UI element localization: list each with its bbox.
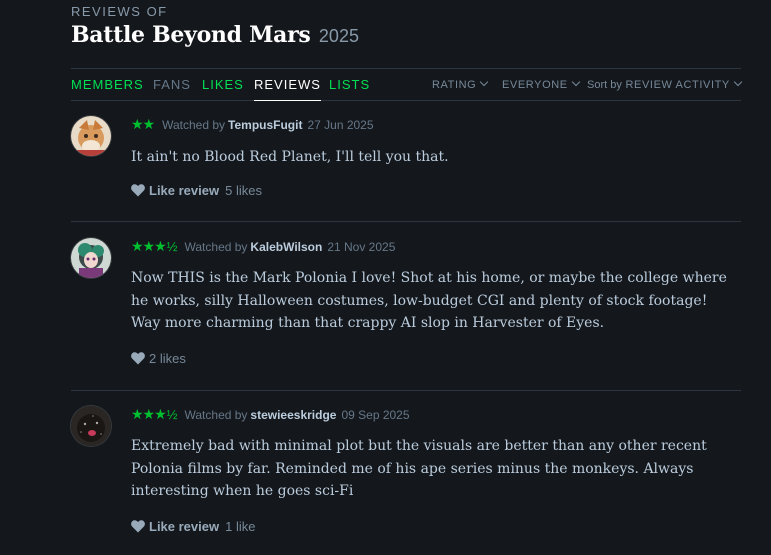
- avatar[interactable]: [71, 238, 111, 278]
- heart-icon[interactable]: [131, 520, 145, 533]
- rating-filter-label: RATING: [432, 79, 477, 91]
- star-rating-half: ½: [166, 239, 178, 254]
- review-date[interactable]: 21 Nov 2025: [327, 240, 395, 254]
- likes-row: Like review 1 like: [131, 519, 255, 534]
- review-item: ★★★½ Watched by stewieeskridge 09 Sep 2025 …: [71, 406, 741, 555]
- likes-row: 2 likes: [131, 351, 186, 366]
- username-link[interactable]: TempusFugit: [228, 118, 302, 132]
- sort-value: REVIEW ACTIVITY: [625, 79, 730, 91]
- likes-count[interactable]: 1 like: [225, 519, 255, 534]
- likes-count[interactable]: 2 likes: [149, 351, 186, 366]
- review-text: It ain't no Blood Red Planet, I'll tell …: [131, 149, 449, 165]
- rating-filter[interactable]: RATING: [432, 77, 489, 91]
- likes-row: Like review 5 likes: [131, 183, 262, 198]
- chevron-down-icon: [571, 77, 580, 87]
- film-title-link[interactable]: Battle Beyond Mars: [71, 22, 311, 48]
- tab-members[interactable]: MEMBERS: [71, 77, 144, 92]
- heart-icon[interactable]: [131, 184, 145, 197]
- watched-by-label: Watched by: [184, 408, 248, 422]
- star-rating-full: ★★★: [131, 406, 167, 422]
- username-link[interactable]: KalebWilson: [250, 240, 322, 254]
- username-link[interactable]: stewieeskridge: [250, 408, 336, 422]
- star-rating: ★★★½: [131, 238, 177, 254]
- like-review-link[interactable]: Like review: [149, 183, 219, 198]
- sort-prefix: Sort by: [587, 79, 622, 91]
- review-meta: ★★★½ Watched by KalebWilson 21 Nov 2025: [131, 238, 395, 255]
- film-year-link[interactable]: 2025: [319, 26, 359, 46]
- everyone-filter[interactable]: EVERYONE: [502, 77, 580, 91]
- star-rating: ★★: [131, 116, 155, 132]
- tab-likes[interactable]: LIKES: [202, 77, 244, 92]
- star-rating-full: ★★★: [131, 238, 167, 254]
- chevron-down-icon: [480, 77, 489, 87]
- page-kicker: REVIEWS OF: [71, 4, 168, 19]
- avatar[interactable]: [71, 116, 111, 156]
- watched-by-label: Watched by: [184, 240, 248, 254]
- tabs-bar: MEMBERS FANS LIKES REVIEWS LISTS RATING …: [71, 68, 743, 101]
- heart-icon[interactable]: [131, 352, 145, 365]
- star-rating: ★★★½: [131, 406, 177, 422]
- avatar[interactable]: [71, 406, 111, 446]
- sort-filter[interactable]: Sort by REVIEW ACTIVITY: [587, 77, 743, 91]
- tab-lists[interactable]: LISTS: [329, 77, 370, 92]
- review-text: Extremely bad with minimal plot but the …: [131, 438, 707, 500]
- like-review-link[interactable]: Like review: [149, 519, 219, 534]
- review-date[interactable]: 09 Sep 2025: [341, 408, 409, 422]
- watched-by-label: Watched by: [162, 118, 226, 132]
- review-date[interactable]: 27 Jun 2025: [307, 118, 373, 132]
- tab-reviews[interactable]: REVIEWS: [254, 77, 321, 101]
- review-meta: ★★★½ Watched by stewieeskridge 09 Sep 2025: [131, 406, 410, 423]
- film-title-row: Battle Beyond Mars 2025: [71, 22, 359, 48]
- everyone-filter-label: EVERYONE: [502, 79, 568, 91]
- tab-fans[interactable]: FANS: [153, 77, 191, 92]
- likes-count[interactable]: 5 likes: [225, 183, 262, 198]
- review-text: Now THIS is the Mark Polonia I love! Sho…: [131, 270, 727, 332]
- review-item: ★★★½ Watched by KalebWilson 21 Nov 2025 Now…: [71, 238, 741, 391]
- review-item: ★★ Watched by TempusFugit 27 Jun 2025 It ai…: [71, 116, 741, 222]
- chevron-down-icon: [733, 77, 743, 87]
- star-rating-half: ½: [166, 407, 178, 422]
- review-meta: ★★ Watched by TempusFugit 27 Jun 2025: [131, 116, 374, 133]
